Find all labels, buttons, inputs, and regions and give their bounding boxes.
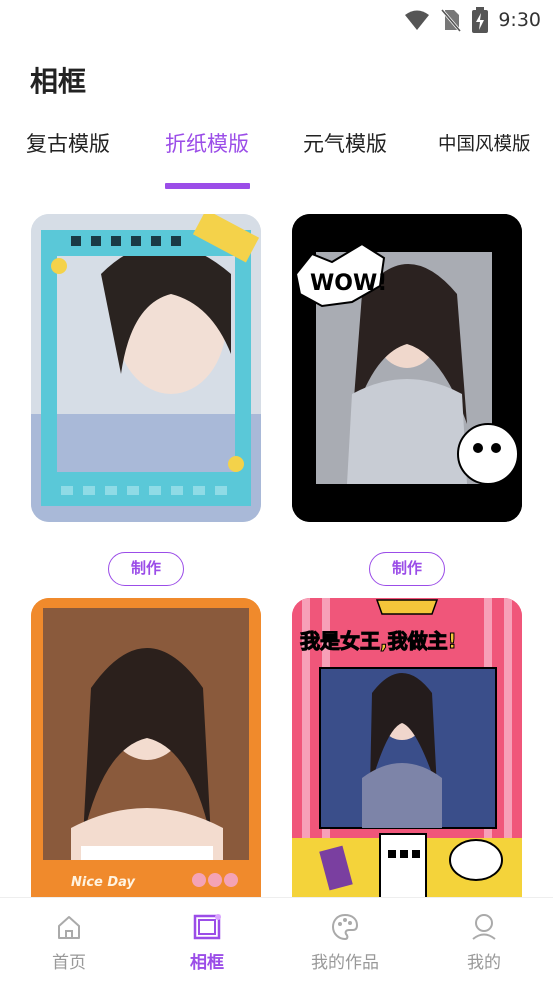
orange-polaroid-frame-preview: Nice Day xyxy=(31,598,261,898)
nav-home[interactable]: 首页 xyxy=(19,912,119,973)
tab-chinese-style[interactable]: 中国风模版 xyxy=(438,130,531,156)
page-title: 相框 xyxy=(30,65,87,98)
nav-frame-label: 相框 xyxy=(190,953,224,973)
comic-wow-frame-preview: WOW! xyxy=(292,214,522,522)
template-tabs: 复古模版 折纸模版 元气模版 中国风模版 xyxy=(0,128,553,198)
template-card-queen-comic[interactable]: 我是女王,我做主! xyxy=(292,598,522,898)
film-strip-frame-preview xyxy=(31,214,261,522)
nav-my-works-label: 我的作品 xyxy=(311,953,379,973)
make-button[interactable]: 制作 xyxy=(369,552,445,586)
status-time: 9:30 xyxy=(498,9,541,31)
nav-frame[interactable]: 相框 xyxy=(157,912,257,973)
wifi-icon xyxy=(405,10,430,30)
nav-profile[interactable]: 我的 xyxy=(434,912,534,973)
wow-sticker-text: WOW! xyxy=(310,271,387,296)
nice-day-sticker-text: Nice Day xyxy=(71,875,136,890)
template-card-film-strip[interactable] xyxy=(31,214,261,522)
tab-retro[interactable]: 复古模版 xyxy=(26,128,110,158)
battery-charging-icon xyxy=(472,7,489,33)
nav-my-works[interactable]: 我的作品 xyxy=(295,912,395,973)
user-icon xyxy=(472,914,496,940)
palette-icon xyxy=(331,913,359,941)
status-icons: 9:30 xyxy=(404,7,541,33)
active-tab-indicator xyxy=(165,183,250,189)
queen-comic-frame-preview: 我是女王,我做主! xyxy=(292,598,522,898)
tab-origami[interactable]: 折纸模版 xyxy=(165,128,249,158)
make-button[interactable]: 制作 xyxy=(108,552,184,586)
status-bar: 9:30 xyxy=(0,0,553,40)
nav-profile-label: 我的 xyxy=(467,953,501,973)
nav-home-label: 首页 xyxy=(52,953,86,973)
tab-energetic[interactable]: 元气模版 xyxy=(303,128,387,158)
frame-icon xyxy=(193,914,221,940)
template-card-orange-polaroid[interactable]: Nice Day xyxy=(31,598,261,898)
no-sim-icon xyxy=(441,9,462,32)
home-icon xyxy=(58,916,80,939)
queen-sticker-text: 我是女王,我做主! xyxy=(300,629,457,653)
template-card-comic-wow[interactable]: WOW! xyxy=(292,214,522,522)
bottom-navigation: 首页 相框 我的作品 我的 xyxy=(0,897,553,983)
